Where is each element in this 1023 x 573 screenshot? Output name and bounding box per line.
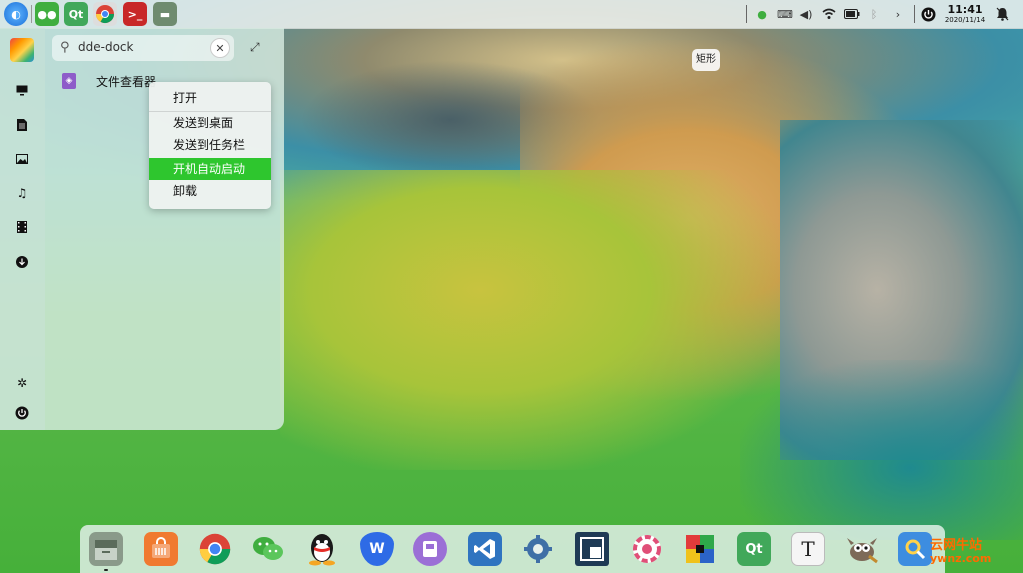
download-icon[interactable]: [14, 254, 30, 270]
color-picker-icon[interactable]: [630, 532, 664, 566]
search-icon: ⚲: [60, 40, 70, 55]
watermark: 云网牛站: [930, 538, 983, 553]
window-icon[interactable]: [575, 532, 609, 566]
volume-icon[interactable]: ◀): [798, 6, 814, 22]
file-manager-icon[interactable]: [89, 532, 123, 566]
music-player-icon[interactable]: [413, 532, 447, 566]
chrome-icon[interactable]: [198, 532, 232, 566]
running-indicator: [104, 569, 108, 571]
chevron-right-icon[interactable]: ›: [890, 6, 906, 22]
grid-app-icon[interactable]: [683, 532, 717, 566]
clock-time[interactable]: 11:41: [946, 3, 984, 16]
divider: [914, 5, 915, 23]
qq-icon[interactable]: [305, 532, 339, 566]
power-icon[interactable]: [920, 6, 936, 22]
launcher-sidebar: ♫ ✲: [0, 28, 45, 430]
picture-icon[interactable]: [14, 151, 30, 167]
battery-icon[interactable]: [843, 6, 861, 22]
settings-icon[interactable]: ✲: [14, 375, 30, 391]
computer-icon[interactable]: [14, 82, 30, 98]
tooltip: 矩形: [692, 49, 720, 71]
vscode-icon[interactable]: [468, 532, 502, 566]
clear-search-button[interactable]: ✕: [210, 38, 230, 58]
notification-icon[interactable]: [994, 6, 1010, 22]
file-manager-icon[interactable]: ▬: [153, 2, 177, 26]
wechat-tray-icon[interactable]: ●: [754, 6, 770, 22]
deepin-icon[interactable]: ◐: [4, 2, 28, 26]
context-menu: 打开 发送到桌面 发送到任务栏 开机自动启动 卸载: [149, 82, 271, 209]
wps-icon[interactable]: W: [360, 532, 394, 566]
gimp-icon[interactable]: [845, 532, 879, 566]
search-result-label: 文件查看器: [96, 75, 157, 89]
top-panel: ◐ ●● Qt >_ ▬ ● ⌨ ◀) ᛒ › 11:41 2020/11/14: [0, 0, 1023, 29]
divider: [31, 5, 32, 23]
power-icon[interactable]: [14, 405, 30, 421]
search-box[interactable]: ⚲ ✕: [52, 35, 234, 61]
menu-item-uninstall[interactable]: 卸载: [149, 180, 271, 202]
fullscreen-toggle-icon[interactable]: ⤢: [250, 40, 260, 55]
qt-icon[interactable]: Qt: [64, 2, 88, 26]
settings-icon[interactable]: [521, 532, 555, 566]
keyboard-icon[interactable]: ⌨: [777, 6, 793, 22]
video-icon[interactable]: [14, 219, 30, 235]
document-icon[interactable]: [14, 117, 30, 133]
menu-item-open[interactable]: 打开: [149, 87, 271, 109]
chrome-icon[interactable]: [93, 2, 117, 26]
menu-item-autostart[interactable]: 开机自动启动: [149, 158, 271, 180]
bluetooth-icon[interactable]: ᛒ: [866, 6, 882, 22]
wechat-icon[interactable]: ●●: [35, 2, 59, 26]
terminal-icon[interactable]: >_: [123, 2, 147, 26]
app-store-icon[interactable]: [144, 532, 178, 566]
wechat-icon[interactable]: [251, 532, 285, 566]
menu-item-send-to-desktop[interactable]: 发送到桌面: [149, 112, 271, 134]
dock: W Qt T: [80, 525, 945, 573]
search-input[interactable]: [78, 40, 198, 54]
clock-date[interactable]: 2020/11/14: [942, 16, 988, 24]
wifi-icon[interactable]: [821, 6, 837, 22]
text-editor-icon[interactable]: T: [791, 532, 825, 566]
qt-icon[interactable]: Qt: [737, 532, 771, 566]
file-viewer-icon: ◈: [62, 73, 76, 89]
watermark-url: ywnz.com: [930, 552, 992, 565]
music-icon[interactable]: ♫: [14, 185, 30, 201]
divider: [746, 5, 747, 23]
search-app-icon[interactable]: [898, 532, 932, 566]
avatar[interactable]: [10, 38, 34, 62]
menu-item-send-to-dock[interactable]: 发送到任务栏: [149, 134, 271, 156]
